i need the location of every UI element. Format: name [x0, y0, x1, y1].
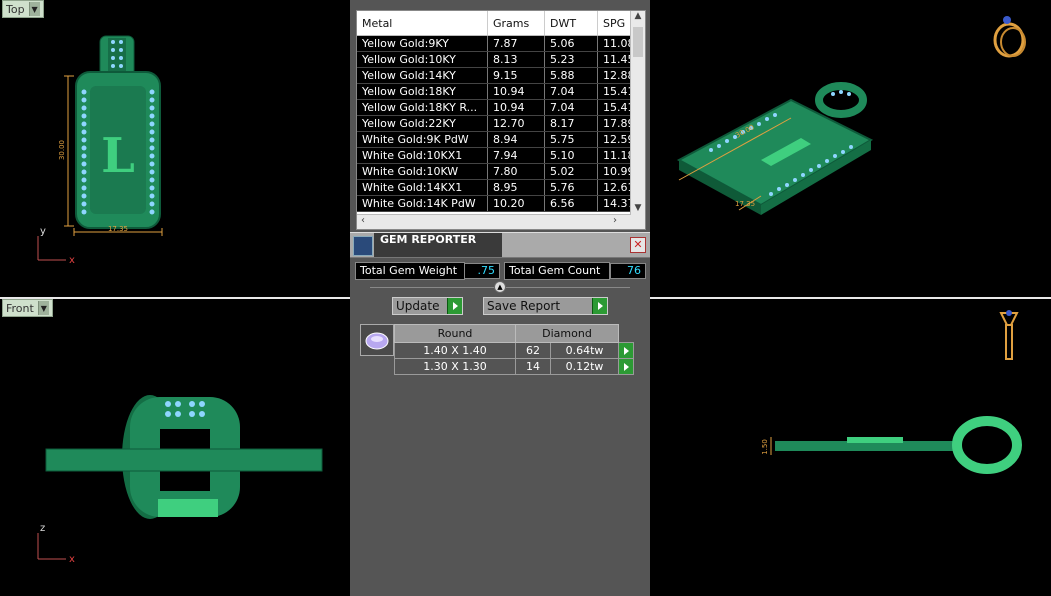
col-grams[interactable]: Grams	[487, 11, 545, 36]
gem-reporter-icon	[353, 236, 373, 256]
table-row[interactable]: 1.30 X 1.30 14 0.12tw	[394, 358, 634, 375]
scroll-right-icon[interactable]: ›	[613, 215, 617, 226]
scroll-left-icon[interactable]: ‹	[361, 215, 365, 226]
iso-dim-b: 17.35	[735, 200, 755, 208]
total-gem-count-label: Total Gem Count	[504, 262, 610, 280]
ring-icon[interactable]	[993, 16, 1026, 58]
scroll-down-icon[interactable]: ▼	[631, 203, 645, 213]
gem-reporter-title: GEM REPORTER	[374, 233, 502, 257]
gem-table: Round Diamond 1.40 X 1.40 62 0.64tw 1.30…	[394, 324, 634, 375]
table-row[interactable]: Yellow Gold:18KY 10.94 7.04 15.41	[357, 83, 641, 100]
table-row[interactable]: White Gold:10KX1 7.94 5.10 11.18	[357, 147, 641, 164]
total-gem-count-value: 76	[610, 263, 646, 279]
metal-table-vertical-scrollbar[interactable]: ▲ ▼	[630, 11, 645, 215]
close-icon[interactable]: ✕	[630, 237, 646, 253]
collapse-toggle-icon[interactable]: ▲	[494, 281, 506, 293]
col-round: Round	[394, 324, 516, 343]
side-view-model: 1.50	[761, 310, 1022, 474]
table-row[interactable]: Yellow Gold:14KY 9.15 5.88 12.88	[357, 67, 641, 84]
table-row[interactable]: Yellow Gold:10KY 8.13 5.23 11.45	[357, 51, 641, 68]
viewport-perspective[interactable]: 30.00 17.35	[651, 0, 1051, 297]
viewport-front[interactable]: Front ▼ z x	[0, 299, 350, 596]
table-row[interactable]: White Gold:14K PdW 10.20 6.56 14.37	[357, 195, 641, 212]
metal-table-horizontal-scrollbar[interactable]: ‹ ›	[357, 214, 631, 229]
play-icon[interactable]	[618, 358, 634, 375]
table-row[interactable]: White Gold:10KW 7.80 5.02 10.99	[357, 163, 641, 180]
play-icon	[447, 298, 462, 314]
top-dim-height: 30.00	[58, 140, 66, 160]
iso-view-model: 30.00 17.35	[676, 16, 1026, 215]
col-dwt[interactable]: DWT	[544, 11, 598, 36]
viewport-top[interactable]: Top ▼ L 30.00 17.35 y x	[0, 0, 350, 297]
table-row[interactable]: Yellow Gold:9KY 7.87 5.06 11.08	[357, 35, 641, 52]
table-row[interactable]: Yellow Gold:18KY R... 10.94 7.04 15.41	[357, 99, 641, 116]
play-icon[interactable]	[618, 342, 634, 359]
top-axis-x: x	[69, 255, 75, 266]
metal-weight-table[interactable]: Metal Grams DWT SPG Yellow Gold:9KY 7.87 5…	[356, 10, 646, 230]
save-report-button[interactable]: Save Report	[483, 297, 608, 315]
table-row[interactable]: White Gold:9K PdW 8.94 5.75 12.59	[357, 131, 641, 148]
gem-reporter-titlebar: GEM REPORTER ✕	[350, 232, 650, 258]
table-row[interactable]: 1.40 X 1.40 62 0.64tw	[394, 342, 634, 359]
round-gem-icon	[360, 324, 394, 356]
viewport-side[interactable]: 1.50	[651, 299, 1051, 596]
top-view-model: L 30.00 17.35 y x	[37, 35, 163, 266]
scroll-thumb[interactable]	[633, 27, 643, 57]
front-axis-x: x	[69, 554, 75, 565]
scroll-up-icon[interactable]: ▲	[631, 11, 645, 21]
metal-gem-panel: Metal Grams DWT SPG Yellow Gold:9KY 7.87 5…	[350, 0, 650, 596]
update-button[interactable]: Update	[392, 297, 463, 315]
pendant-letter: L	[101, 128, 135, 184]
table-row[interactable]: White Gold:14KX1 8.95 5.76 12.61	[357, 179, 641, 196]
total-gem-weight-value: .75	[464, 263, 500, 279]
play-icon	[592, 298, 607, 314]
col-diamond: Diamond	[515, 324, 619, 343]
metal-table: Metal Grams DWT SPG Yellow Gold:9KY 7.87 5…	[357, 11, 641, 212]
top-axis-y: y	[40, 226, 46, 237]
side-dim-height: 1.50	[761, 439, 769, 455]
earring-icon[interactable]	[999, 310, 1019, 360]
front-view-model: z x	[37, 395, 323, 565]
table-row[interactable]: Yellow Gold:22KY 12.70 8.17 17.89	[357, 115, 641, 132]
front-axis-z: z	[40, 523, 45, 534]
total-gem-weight-label: Total Gem Weight	[355, 262, 465, 280]
top-dim-width: 17.35	[108, 225, 128, 233]
col-metal[interactable]: Metal	[357, 11, 488, 36]
